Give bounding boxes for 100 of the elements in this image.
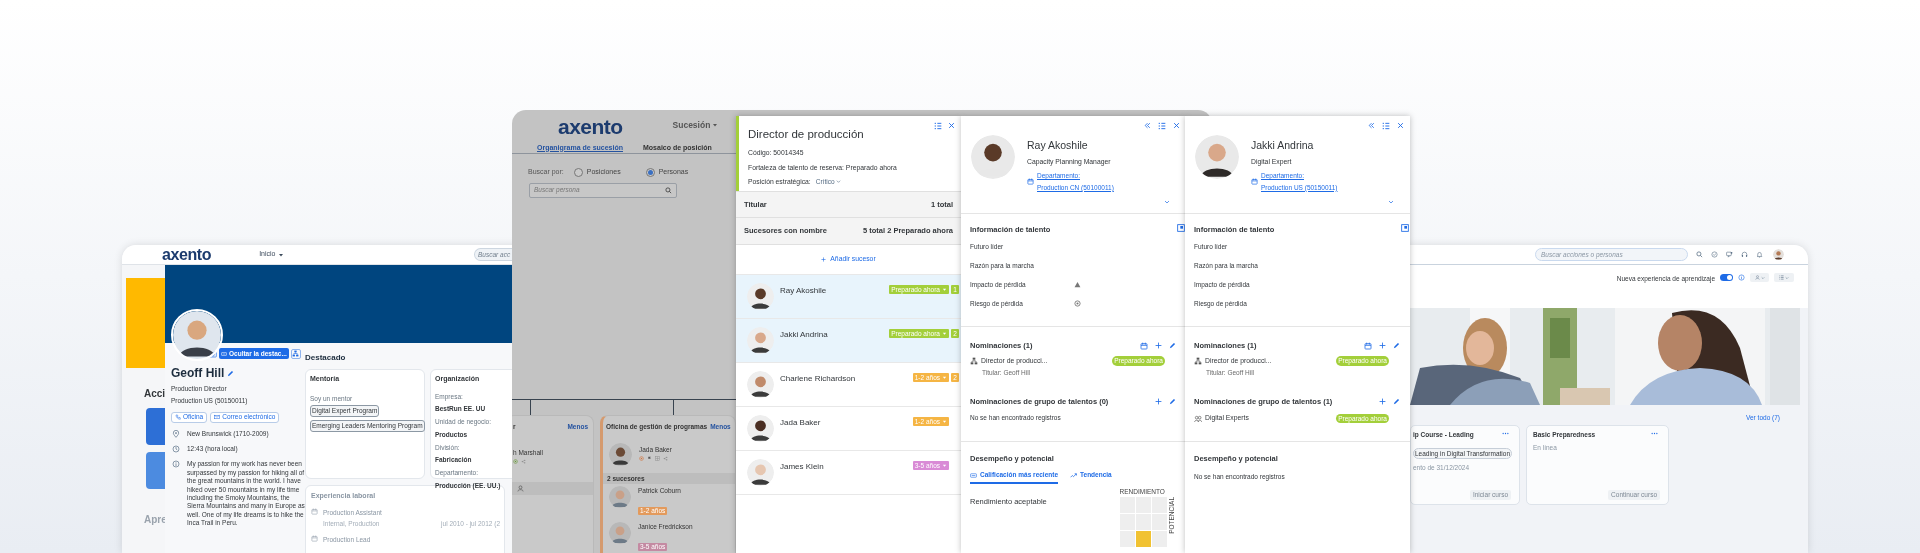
risk-icon	[1074, 300, 1081, 308]
edit-icon[interactable]	[1169, 398, 1176, 406]
avatar	[747, 371, 774, 398]
edit-icon[interactable]	[1393, 398, 1400, 406]
plus-icon	[821, 257, 827, 262]
location-icon	[172, 429, 180, 438]
caret-icon	[942, 375, 947, 380]
trend-icon	[1070, 471, 1078, 479]
avatar	[609, 486, 631, 508]
chat-icon[interactable]	[1726, 251, 1733, 258]
person-name: Charlene Richardson	[780, 373, 856, 385]
tile[interactable]	[146, 408, 165, 445]
close-icon[interactable]	[948, 122, 955, 129]
avatar	[1773, 249, 1784, 260]
department-icon	[1251, 178, 1258, 186]
info-icon	[172, 460, 180, 469]
add-icon[interactable]	[1155, 341, 1162, 349]
panel-icon[interactable]	[1177, 224, 1185, 232]
search-icon[interactable]	[665, 186, 672, 194]
radio-button[interactable]	[573, 167, 583, 177]
hierarchy-icon	[1194, 357, 1202, 366]
grid-icon	[655, 455, 660, 461]
share-icon	[663, 455, 668, 461]
search-icon[interactable]	[1696, 251, 1703, 258]
chevron-icon	[1785, 275, 1789, 280]
caret-icon	[942, 331, 947, 336]
headset-icon[interactable]	[1741, 251, 1748, 258]
expand-icon[interactable]	[1164, 199, 1170, 205]
avatar	[971, 135, 1015, 179]
person-name: Jada Baker	[780, 417, 821, 429]
tile[interactable]	[146, 452, 165, 489]
caret-icon	[712, 122, 719, 129]
mail-icon	[214, 414, 221, 420]
person-icon[interactable]	[517, 484, 524, 492]
org-chart-button[interactable]	[290, 348, 301, 359]
phone-icon	[175, 414, 181, 420]
collapse-icon[interactable]	[1144, 122, 1151, 129]
add-icon[interactable]	[1155, 398, 1162, 406]
list-icon[interactable]	[1158, 122, 1166, 130]
calendar-icon[interactable]	[1364, 341, 1372, 350]
chevron-icon	[835, 179, 841, 185]
caret-icon	[942, 463, 947, 468]
avatar	[747, 283, 774, 310]
hierarchy-icon	[970, 357, 978, 366]
person-icon	[1754, 275, 1760, 280]
avatar	[609, 521, 631, 544]
department-icon	[1027, 178, 1034, 186]
add-icon[interactable]	[1379, 398, 1386, 406]
nav-menu[interactable]: Sucesión	[672, 118, 719, 132]
avatar	[609, 443, 632, 466]
check-icon[interactable]	[1711, 251, 1718, 258]
pencil-icon[interactable]	[227, 369, 235, 377]
caret-icon	[277, 251, 284, 258]
avatar	[171, 309, 223, 361]
avatar	[1195, 135, 1239, 179]
info-icon[interactable]	[1738, 274, 1745, 281]
logo: axento	[558, 115, 623, 137]
avatar	[747, 415, 774, 442]
list-icon[interactable]	[1382, 122, 1390, 130]
toggle-switch[interactable]	[1720, 274, 1733, 281]
panel-icon[interactable]	[1401, 224, 1409, 232]
avatar	[747, 327, 774, 354]
person-name: James Klein	[780, 461, 824, 473]
avatar	[747, 459, 774, 486]
hierarchy-icon	[292, 350, 300, 357]
edit-icon[interactable]	[1169, 341, 1176, 349]
section-heading: Apre	[144, 513, 167, 527]
caret-icon	[942, 419, 947, 424]
notifications-icon[interactable]	[1756, 251, 1763, 258]
close-icon[interactable]	[1397, 122, 1404, 129]
warning-icon	[1074, 281, 1081, 289]
calendar-icon	[311, 535, 318, 542]
list-icon[interactable]	[934, 122, 942, 130]
section-heading: Acci	[144, 387, 166, 401]
radio-button[interactable]	[645, 167, 655, 177]
person-name: Jakki Andrina	[1251, 138, 1315, 153]
panel-title: Director de producción	[748, 127, 865, 142]
group-icon	[1194, 414, 1202, 423]
share-icon	[521, 458, 526, 464]
person-name: Jakki Andrina	[780, 329, 828, 341]
caret-icon	[942, 287, 947, 292]
calendar-icon[interactable]	[1140, 341, 1148, 350]
close-icon[interactable]	[1173, 122, 1180, 129]
status-icon	[513, 458, 518, 464]
status-icon	[639, 455, 644, 461]
person-name: Ray Akoshile	[780, 285, 827, 297]
clock-icon	[172, 444, 180, 453]
list-icon	[1779, 275, 1784, 280]
expand-icon[interactable]	[1388, 199, 1394, 205]
logo: axento	[162, 246, 212, 263]
collapse-icon[interactable]	[1368, 122, 1375, 129]
section-heading: Destacado	[305, 352, 347, 364]
add-icon[interactable]	[1379, 341, 1386, 349]
profile-name: Geoff Hill	[171, 365, 225, 382]
chevron-icon	[1760, 275, 1765, 280]
edit-icon[interactable]	[1393, 341, 1400, 349]
calendar-icon	[311, 507, 318, 515]
person-name: Ray Akoshile	[1027, 138, 1089, 153]
slides-icon	[221, 350, 227, 357]
rating-icon	[970, 471, 977, 479]
